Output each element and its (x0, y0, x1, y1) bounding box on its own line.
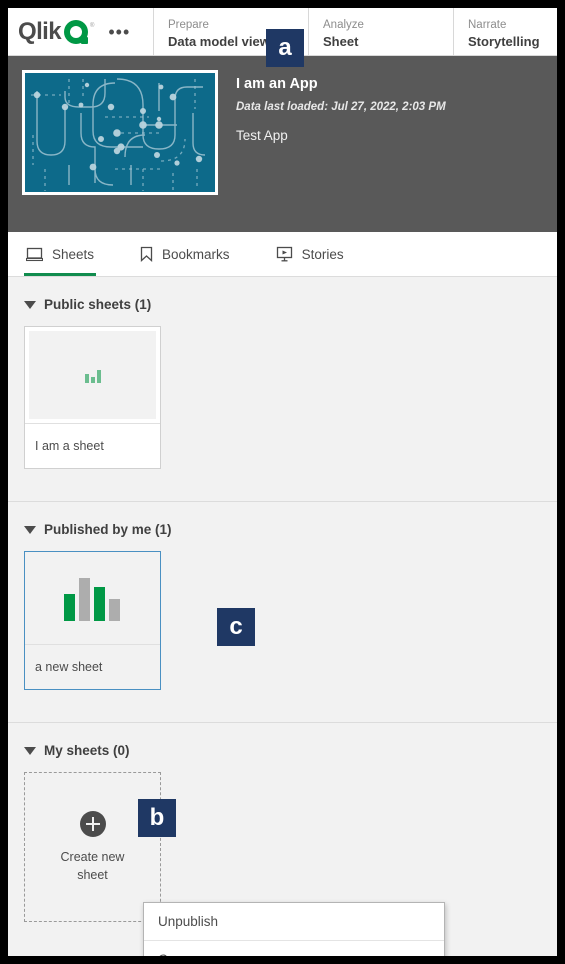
app-info-band: I am an App Data last loaded: Jul 27, 20… (8, 56, 557, 232)
sheet-preview-published (25, 552, 160, 644)
app-last-loaded: Data last loaded: Jul 27, 2022, 2:03 PM (236, 101, 446, 113)
create-new-sheet-label-line1: Create new (60, 849, 125, 864)
section-title-published-by-me: Published by me (1) (44, 522, 172, 537)
plus-icon (79, 810, 106, 837)
qlik-q-mark-icon (63, 19, 88, 44)
section-header-published-by-me[interactable]: Published by me (1) (24, 502, 541, 551)
nav-section-analyze[interactable]: Analyze Sheet (308, 8, 453, 55)
tab-stories[interactable]: Stories (274, 232, 358, 276)
annotation-badge-b: b (138, 799, 176, 837)
app-thumbnail-pattern-icon (25, 73, 215, 192)
create-new-sheet-button[interactable]: Create new sheet (24, 772, 161, 922)
qlik-sense-app-overview: Qlik ® ••• Prepare Data model viewer Ana… (8, 8, 557, 956)
section-header-public-sheets[interactable]: Public sheets (1) (24, 277, 541, 326)
app-description: Test App (236, 128, 288, 143)
section-title-my-sheets: My sheets (0) (44, 743, 130, 758)
large-bar-chart-icon (63, 578, 120, 621)
chevron-down-icon[interactable] (24, 746, 36, 755)
overflow-menu-icon[interactable]: ••• (104, 21, 134, 43)
qlik-logo[interactable]: Qlik ® (18, 17, 95, 45)
sheet-name-published: a new sheet (25, 644, 160, 689)
create-new-sheet-label: Create new sheet (61, 848, 125, 884)
chevron-down-icon[interactable] (24, 300, 36, 309)
section-title-public-sheets: Public sheets (1) (44, 297, 152, 312)
section-header-my-sheets[interactable]: My sheets (0) (24, 723, 541, 772)
context-menu-item-copy[interactable]: Copy (144, 941, 444, 956)
story-icon (276, 246, 293, 262)
nav-section-narrate[interactable]: Narrate Storytelling (453, 8, 557, 55)
app-title: I am an App (236, 76, 318, 92)
small-bar-chart-icon (84, 370, 101, 383)
annotation-badge-c: c (217, 608, 255, 646)
annotation-badge-a: a (266, 29, 304, 67)
app-thumbnail[interactable] (22, 70, 218, 195)
nav-section-analyze-label: Sheet (323, 34, 359, 49)
tab-bookmarks-label: Bookmarks (162, 246, 230, 262)
content-tabs: Sheets Bookmarks Stories (8, 232, 557, 277)
registered-trademark-icon: ® (89, 22, 95, 29)
sheet-preview-public (29, 331, 156, 419)
brand-zone: Qlik ® ••• (8, 8, 153, 55)
tile-list-public-sheets: I am a sheet (24, 326, 541, 469)
nav-section-narrate-category: Narrate (468, 19, 507, 31)
qlik-logo-text: Qlik (18, 17, 62, 45)
sheet-tile-published[interactable]: a new sheet (24, 551, 161, 690)
tab-stories-label: Stories (301, 246, 344, 262)
sheets-content-area: Public sheets (1) I am a sheet Published… (8, 277, 557, 956)
sheet-name-public: I am a sheet (25, 423, 160, 468)
tab-bookmarks[interactable]: Bookmarks (138, 232, 244, 276)
tile-list-published-by-me: a new sheet (24, 551, 541, 690)
tab-sheets[interactable]: Sheets (24, 232, 108, 276)
tile-list-my-sheets: Create new sheet (24, 772, 541, 922)
chevron-down-icon[interactable] (24, 525, 36, 534)
sheet-icon (26, 247, 43, 262)
tab-sheets-label: Sheets (52, 246, 95, 262)
bookmark-icon (140, 246, 153, 262)
context-menu-item-unpublish[interactable]: Unpublish (144, 903, 444, 941)
sheet-tile-public[interactable]: I am a sheet (24, 326, 161, 469)
sheet-context-menu: Unpublish Copy Duplicate (143, 902, 445, 956)
nav-section-analyze-category: Analyze (323, 19, 364, 31)
app-metadata: I am an App Data last loaded: Jul 27, 20… (218, 70, 446, 146)
create-new-sheet-label-line2: sheet (77, 867, 108, 882)
nav-section-narrate-label: Storytelling (468, 34, 540, 49)
